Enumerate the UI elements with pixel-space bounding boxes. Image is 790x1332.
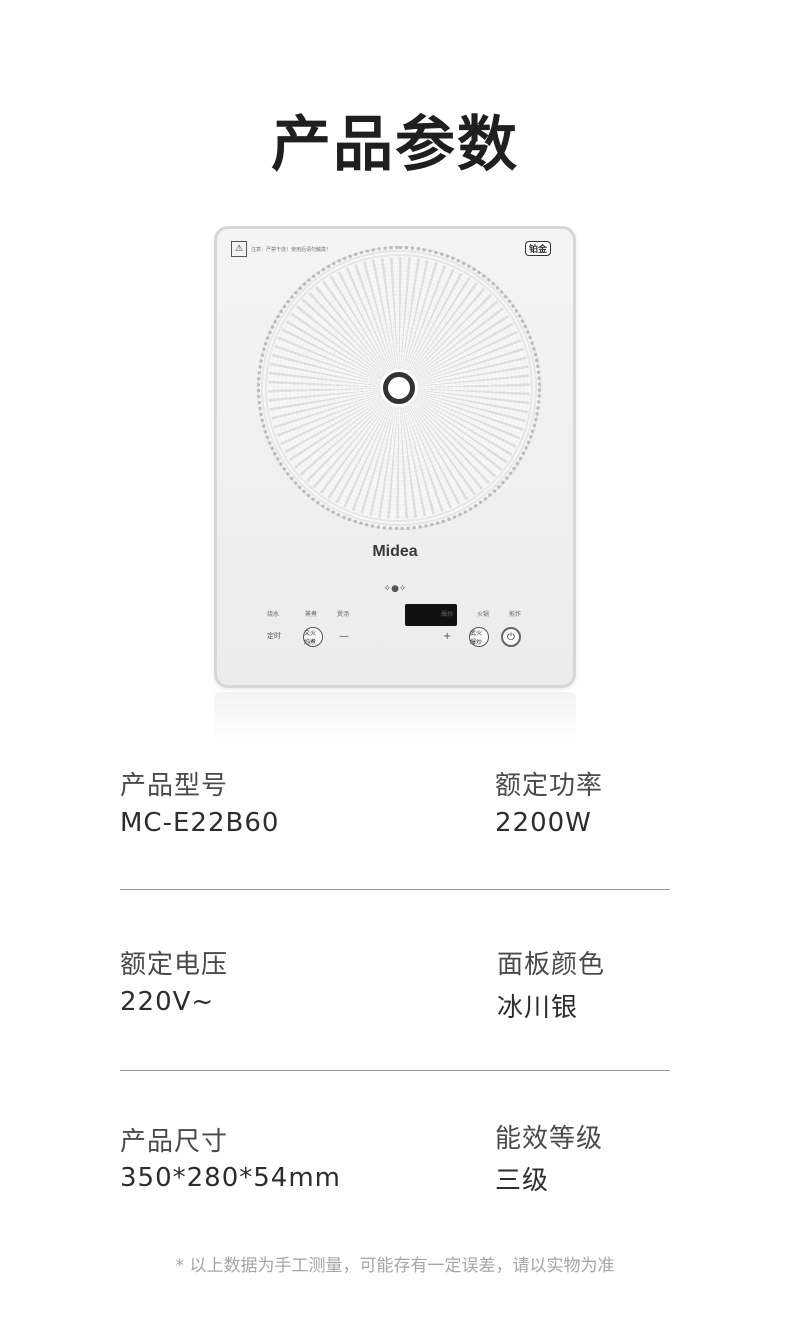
spec-label-voltage: 额定电压 (120, 950, 229, 980)
spec-value-model: MC-E22B60 (120, 808, 280, 838)
footnote: * 以上数据为手工测量，可能存有一定误差，请以实物为准 (175, 1256, 615, 1276)
control-row: 定时 文火 炖煮 — + 武火 爆炒 ⏻ (267, 627, 523, 653)
spec-value-power: 2200W (495, 808, 592, 838)
temperature-sensor-icon (383, 372, 415, 404)
platinum-badge: 铂金 (524, 241, 551, 256)
wenhuo-button: 文火 炖煮 (303, 627, 323, 647)
spec-label-size: 产品尺寸 (120, 1127, 229, 1157)
heating-plate (257, 246, 541, 530)
spec-value-color: 冰川银 (497, 993, 579, 1023)
spec-value-efficiency: 三级 (495, 1166, 550, 1196)
wuhuo-button: 武火 爆炒 (469, 627, 489, 647)
warning-text: 注意：严禁干烧！使用后请勿触摸！ (251, 246, 332, 253)
mode-label: 烧水 (267, 611, 280, 618)
power-icon: ⏻ (501, 627, 521, 647)
mode-label: 蒸煮 (305, 611, 318, 618)
plus-button: + (443, 631, 452, 642)
mode-label: 煎炸 (509, 611, 522, 618)
induction-cooktop: ⚠ 注意：严禁干烧！使用后请勿触摸！ 铂金 Midea ✧●✧ 烧水 蒸煮 煲汤… (214, 226, 576, 688)
divider (120, 1070, 670, 1071)
divider (120, 889, 670, 890)
product-reflection (214, 692, 576, 742)
warning-label: ⚠ 注意：严禁干烧！使用后请勿触摸！ (231, 241, 331, 257)
spec-value-size: 350*280*54mm (120, 1163, 341, 1193)
spec-label-power: 额定功率 (495, 771, 604, 801)
brand-logo: Midea (372, 543, 418, 560)
spec-label-model: 产品型号 (120, 771, 229, 801)
mode-label: 煲汤 (337, 611, 350, 618)
spec-label-color: 面板颜色 (497, 950, 606, 980)
spec-value-voltage: 220V~ (120, 987, 215, 1017)
spec-label-efficiency: 能效等级 (495, 1124, 604, 1154)
minus-button: — (339, 631, 349, 642)
flame-icon: ✧●✧ (383, 584, 407, 594)
page-title: 产品参数 (271, 110, 519, 180)
control-panel: 烧水 蒸煮 煲汤 爆炒 火锅 煎炸 定时 文火 炖煮 — + 武火 爆炒 ⏻ (267, 604, 523, 647)
product-image: ⚠ 注意：严禁干烧！使用后请勿触摸！ 铂金 Midea ✧●✧ 烧水 蒸煮 煲汤… (200, 210, 590, 750)
mode-label: 火锅 (477, 611, 490, 618)
timer-button: 定时 (267, 632, 281, 640)
warning-icon: ⚠ (231, 241, 247, 257)
mode-label: 爆炒 (441, 611, 454, 618)
